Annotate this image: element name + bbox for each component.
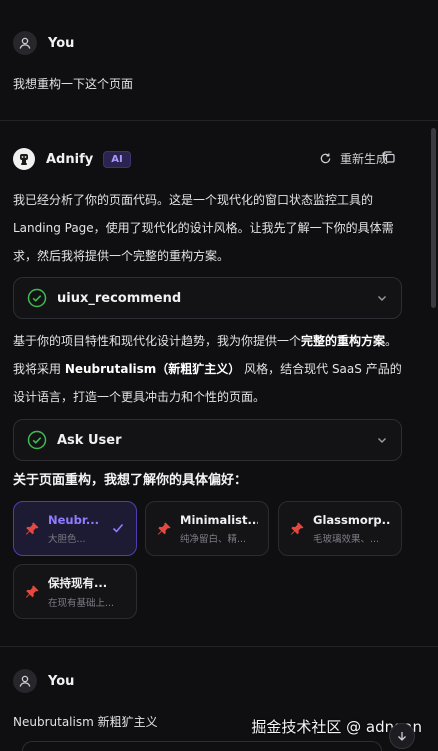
assistant-paragraph-1: 我已经分析了你的页面代码。这是一个现代化的窗口状态监控工具的 Landing P… [13, 193, 394, 263]
regenerate-label: 重新生成 [339, 152, 388, 166]
question-title: 关于页面重构，我想了解你的具体偏好： [13, 473, 248, 488]
option-description: 纯净留白、精... [180, 533, 247, 545]
arrow-down-icon [398, 732, 406, 741]
ai-badge: AI [103, 150, 131, 168]
pushpin-icon [290, 522, 304, 535]
option-neubrutalism[interactable]: Neubr... 大胆色... [13, 501, 137, 556]
chat-page: You 我想重构一下这个页面 Adnify AI 重新生成 我已经分析了你的页面… [0, 0, 438, 751]
next-message-block [22, 741, 382, 751]
user-name: You [48, 35, 75, 51]
assistant-name: Adnify [46, 151, 94, 167]
user-message-header: You [13, 31, 74, 55]
assistant-paragraph-2: 基于你的项目特性和现代化设计趋势，我为你提供一个完整的重构方案。我将采用 Neu… [13, 327, 408, 411]
option-description: 大胆色... [48, 533, 86, 545]
option-keep-existing[interactable]: 保持现有... 在现有基础上... [13, 564, 137, 619]
assistant-message-header: Adnify AI [13, 148, 131, 170]
copy-button[interactable] [382, 149, 396, 168]
user-message-text: Neubrutalism 新粗犷主义 [13, 715, 158, 729]
tool-call-uiux-recommend[interactable]: uiux_recommend [13, 277, 402, 319]
pushpin-icon [25, 585, 39, 598]
assistant-avatar [13, 148, 35, 170]
copy-icon [383, 151, 395, 163]
option-description: 毛玻璃效果、... [313, 533, 380, 545]
paragraph-text: 基于你的项目特性和现代化设计趋势，我为你提供一个 [13, 334, 302, 348]
tool-name: Ask User [57, 432, 122, 448]
option-description: 在现有基础上... [48, 597, 115, 609]
option-minimalist[interactable]: Minimalist... 纯净留白、精... [145, 501, 269, 556]
checkmark-icon [112, 523, 124, 533]
divider [0, 120, 438, 121]
user-icon [19, 675, 31, 687]
user-message-header: You [13, 669, 74, 693]
paragraph-bold: 完整的重构方案 [301, 334, 386, 348]
refresh-icon [320, 153, 331, 164]
chevron-down-icon [378, 296, 386, 301]
option-glassmorphism[interactable]: Glassmorp... 毛玻璃效果、... [278, 501, 402, 556]
regenerate-button[interactable]: 重新生成 [319, 150, 388, 167]
paragraph-bold: Neubrutalism（新粗犷主义） [64, 362, 241, 376]
check-circle-icon [27, 288, 47, 308]
user-icon [19, 37, 31, 49]
option-title: 保持现有... [48, 575, 108, 590]
robot-logo-icon [20, 154, 28, 165]
pushpin-icon [157, 522, 171, 535]
tool-call-ask-user[interactable]: Ask User [13, 419, 402, 461]
divider [0, 646, 438, 647]
scroll-to-bottom-button[interactable] [389, 723, 415, 749]
option-title: Minimalist... [180, 512, 258, 527]
user-avatar [13, 669, 37, 693]
option-title: Neubr... [48, 512, 99, 527]
user-name: You [48, 673, 75, 689]
chevron-down-icon [378, 438, 386, 443]
user-message-text: 我想重构一下这个页面 [13, 77, 134, 91]
option-title: Glassmorp... [313, 512, 391, 527]
user-avatar [13, 31, 37, 55]
tool-name: uiux_recommend [57, 290, 182, 306]
pushpin-icon [25, 522, 39, 535]
scrollbar[interactable] [431, 128, 436, 308]
check-circle-icon [27, 430, 47, 450]
